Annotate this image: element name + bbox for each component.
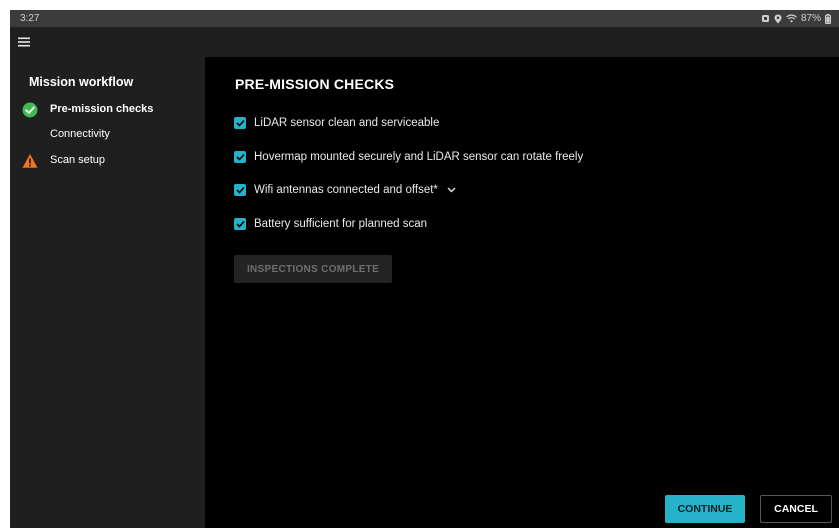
check-circle-icon bbox=[22, 102, 38, 118]
status-icons: 87% bbox=[761, 13, 831, 24]
sidebar-step-label: Scan setup bbox=[50, 154, 106, 166]
continue-button[interactable]: CONTINUE bbox=[665, 495, 745, 523]
cancel-button[interactable]: CANCEL bbox=[760, 495, 832, 523]
check-item-label: Wifi antennas connected and offset* bbox=[254, 184, 438, 196]
device-screen: 3:27 87% Mission workflow Pre-mission ch… bbox=[10, 10, 839, 528]
sidebar-title: Mission workflow bbox=[29, 75, 134, 89]
battery-text: 87% bbox=[800, 13, 821, 24]
check-item-label: Hovermap mounted securely and LiDAR sens… bbox=[254, 151, 584, 163]
main-content: PRE-MISSION CHECKS LiDAR sensor clean an… bbox=[205, 57, 839, 528]
status-time: 3:27 bbox=[20, 13, 40, 24]
checkbox-checked-icon[interactable] bbox=[234, 151, 246, 163]
checkbox-checked-icon[interactable] bbox=[234, 184, 246, 196]
wifi-icon bbox=[786, 14, 797, 23]
chevron-down-icon[interactable] bbox=[446, 184, 458, 196]
check-item-hovermap-mounted[interactable]: Hovermap mounted securely and LiDAR sens… bbox=[234, 148, 583, 166]
sidebar-step-scan-setup[interactable]: Scan setup bbox=[10, 151, 205, 171]
sidebar-step-connectivity[interactable]: Connectivity bbox=[10, 125, 205, 145]
check-item-label: LiDAR sensor clean and serviceable bbox=[254, 117, 440, 129]
notification-icon bbox=[761, 14, 770, 23]
battery-icon bbox=[825, 13, 831, 24]
workflow-sidebar: Mission workflow Pre-mission checks Conn… bbox=[10, 57, 205, 528]
status-bar: 3:27 87% bbox=[10, 10, 839, 27]
checkbox-checked-icon[interactable] bbox=[234, 218, 246, 230]
sidebar-step-label: Pre-mission checks bbox=[50, 103, 154, 115]
check-item-lidar-clean[interactable]: LiDAR sensor clean and serviceable bbox=[234, 114, 439, 132]
location-icon bbox=[774, 14, 782, 24]
sidebar-step-pre-mission-checks[interactable]: Pre-mission checks bbox=[10, 100, 205, 120]
check-item-battery[interactable]: Battery sufficient for planned scan bbox=[234, 215, 427, 233]
page-title: PRE-MISSION CHECKS bbox=[235, 76, 395, 92]
warning-triangle-icon bbox=[22, 153, 38, 169]
inspections-complete-button[interactable]: INSPECTIONS COMPLETE bbox=[234, 255, 392, 283]
checkbox-checked-icon[interactable] bbox=[234, 117, 246, 129]
sidebar-step-label: Connectivity bbox=[50, 128, 110, 140]
menu-button[interactable] bbox=[14, 32, 34, 52]
hamburger-menu-icon bbox=[18, 37, 30, 47]
app-bar bbox=[10, 27, 839, 57]
check-item-label: Battery sufficient for planned scan bbox=[254, 218, 428, 230]
check-item-wifi-antennas[interactable]: Wifi antennas connected and offset* bbox=[234, 181, 458, 199]
